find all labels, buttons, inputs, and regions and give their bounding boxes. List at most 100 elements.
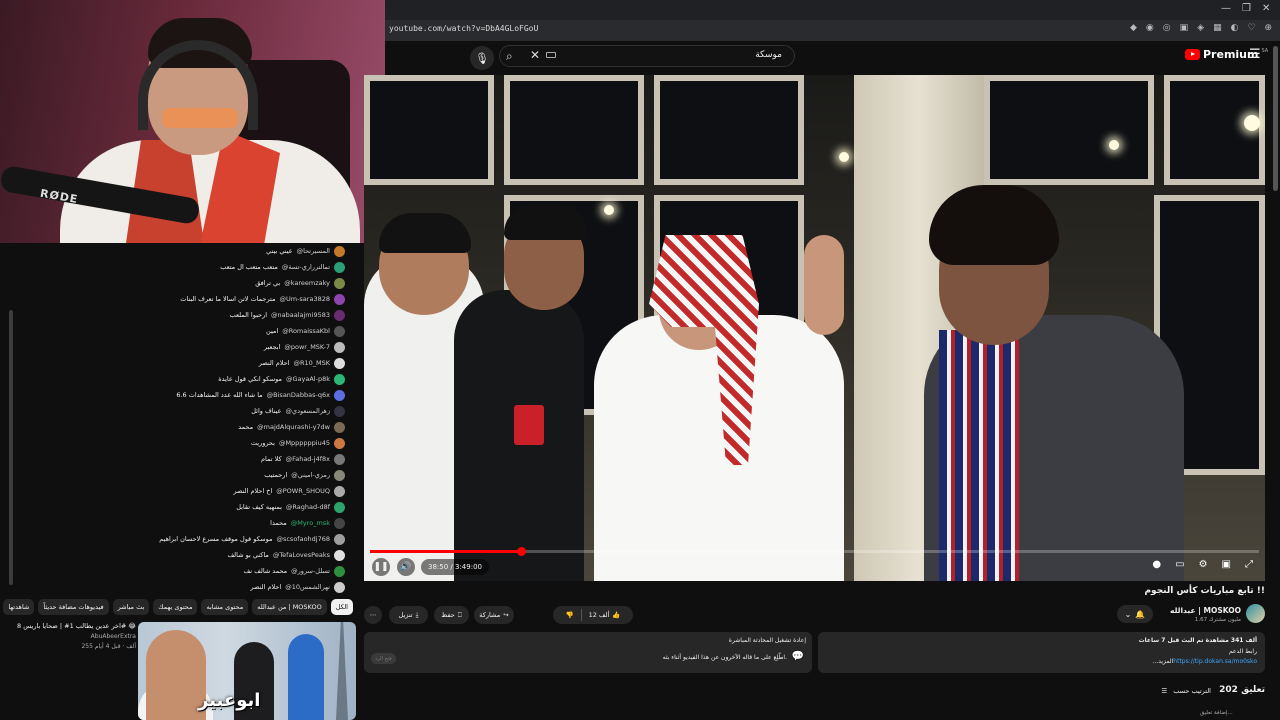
chat-username[interactable]: @majdAlqurashi-y7dw [257,423,330,431]
open-chat-replay-button[interactable]: فتح الرد [371,653,396,664]
chat-avatar[interactable] [334,325,345,337]
chat-username[interactable]: @POWR_SHOUQ [276,487,330,495]
chat-username[interactable]: @powr_MSK-7 [284,343,330,351]
volume-button[interactable]: 🔊 [397,558,415,576]
channel-avatar[interactable] [1246,604,1265,623]
chat-avatar[interactable] [334,245,345,257]
ext-icon[interactable]: ⊕ [1265,23,1273,33]
search-box[interactable]: ⌕ ✕ [499,45,795,67]
download-button[interactable]: تنزيل ⤓ [389,606,428,624]
address-bar[interactable]: youtube.com/watch?v=DbA4GLoFGoU ◆ ◉ ◎ ▣ … [385,20,1280,41]
chat-username[interactable]: @تسلل-سرور [291,567,330,575]
chat-username[interactable]: @Um-sara3828 [279,295,330,303]
chat-avatar[interactable] [334,485,345,497]
maximize-icon[interactable]: ❐ [1242,3,1251,14]
description-box[interactable]: ألف 341 مشاهدة تم البث قبل 7 ساعات رابط … [818,632,1265,673]
like-icon[interactable]: 👍 [612,611,620,619]
chat-username[interactable]: @رمزي-اميني [291,471,330,479]
recommended-thumbnail[interactable]: ابوعبير [138,622,356,720]
chat-avatar[interactable] [334,421,345,433]
chat-username[interactable]: @RomaissaKbl [282,327,330,335]
search-input[interactable] [584,49,784,61]
chat-avatar[interactable] [334,389,345,401]
share-button[interactable]: مشاركة ↪ [474,606,514,624]
chat-username[interactable]: @GayaAl-p8k [286,375,330,383]
chat-avatar[interactable] [334,453,345,465]
chat-username[interactable]: @Mppppppiu45 [279,439,330,447]
video-player[interactable]: ❚❚ 🔊 38:50 / 3:49:00 ● ▭ ⚙ ▣ ⤢ [364,75,1265,581]
chat-avatar[interactable] [334,501,345,513]
filter-chip[interactable]: الكل [330,599,353,615]
chat-username[interactable]: @TefaLovesPeaks [273,551,330,559]
chat-username[interactable]: @Myro_msk [291,519,330,527]
ext-icon[interactable]: ◆ [1130,23,1137,33]
settings-icon[interactable]: ⚙ [1199,559,1208,570]
recommended-video[interactable]: ابوعبير اخر عدين يطالب 1# | ضحايا باريس … [0,620,356,720]
chat-avatar[interactable] [334,405,345,417]
chat-avatar[interactable] [334,437,345,449]
chat-avatar[interactable] [334,565,345,577]
chat-username[interactable]: @kareemzaky [284,279,330,287]
like-count[interactable]: 12 ألف [589,611,610,619]
chat-username[interactable]: @نهرالشمس10 [285,583,330,591]
ext-icon[interactable]: ◉ [1146,23,1154,33]
add-comment-input[interactable]: إضافة تعليق... [1200,710,1233,716]
support-link[interactable]: https://tip.dokan.sa/mo0sko [1173,658,1257,665]
dislike-icon[interactable]: 👎 [565,611,573,619]
chat-username[interactable]: @R10_MSK [293,359,330,367]
url-text[interactable]: youtube.com/watch?v=DbA4GLoFGoU [389,24,538,33]
voice-search-button[interactable]: 🎙 [470,46,494,70]
recommended-channel[interactable]: AbuAbeerExtra [91,633,136,640]
ext-icon[interactable]: ♡ [1247,23,1255,33]
chat-username[interactable]: @المسيرتحا [297,247,330,255]
chat-avatar[interactable] [334,517,345,529]
clear-search-icon[interactable]: ✕ [530,48,540,62]
fullscreen-icon[interactable]: ⤢ [1245,559,1253,570]
chat-avatar[interactable] [334,309,345,321]
sort-button[interactable]: ☰ الترتيب حسب [1161,687,1211,695]
filter-chip[interactable]: محتوى يهمك [153,599,198,615]
pause-button[interactable]: ❚❚ [372,558,390,576]
chat-avatar[interactable] [334,373,345,385]
chat-username[interactable]: @تمالترراري-تسة [282,263,330,271]
filter-chip[interactable]: شاهدتها [3,599,35,615]
chat-username[interactable]: @scsofaohdj768 [276,535,330,543]
filter-chip[interactable]: فيديوهات مضافة حديثاً [38,599,109,615]
page-scrollbar[interactable] [1273,46,1278,191]
save-button[interactable]: حفظ ⎕ [434,606,469,624]
more-actions-button[interactable]: ⋯ [364,606,382,624]
show-more-link[interactable]: ...المزيد [1152,658,1173,665]
chat-username[interactable]: @زهرالمسعودي [286,407,330,415]
chat-username[interactable]: @nabaalajmi9583 [271,311,330,319]
notification-bell-button[interactable]: ⌄ 🔔 [1117,605,1153,623]
chat-avatar[interactable] [334,469,345,481]
chat-avatar[interactable] [334,549,345,561]
chat-username[interactable]: @BisanDabbas-q6x [267,391,330,399]
autoplay-icon[interactable]: ● [1152,559,1161,570]
progress-bar[interactable] [370,547,1259,556]
ext-icon[interactable]: ◐ [1231,23,1239,33]
menu-icon[interactable]: ☰ [1249,47,1261,62]
chat-avatar[interactable] [334,277,345,289]
keyboard-icon[interactable] [546,52,556,58]
search-icon[interactable]: ⌕ [506,49,513,64]
ext-icon[interactable]: ◎ [1163,23,1171,33]
chat-avatar[interactable] [334,357,345,369]
chat-scrollbar[interactable] [9,310,13,585]
chat-avatar[interactable] [334,261,345,273]
chat-username[interactable]: @Fahad-j4f8x [286,455,330,463]
ext-icon[interactable]: ▣ [1180,23,1189,33]
filter-chip[interactable]: من عبدالله | MOSKOO [252,599,327,615]
minimize-icon[interactable]: — [1221,3,1231,14]
chat-avatar[interactable] [334,293,345,305]
ext-icon[interactable]: ◈ [1197,23,1204,33]
channel-name[interactable]: عبدالله | MOSKOO [1170,606,1241,615]
chat-avatar[interactable] [334,581,345,593]
chat-username[interactable]: @Raghad-d8f [286,503,330,511]
miniplayer-icon[interactable]: ▣ [1222,559,1231,570]
chat-avatar[interactable] [334,533,345,545]
recommended-title[interactable]: اخر عدين يطالب 1# | ضحايا باريس 8# 😂 [17,622,136,630]
subtitles-icon[interactable]: ▭ [1175,559,1184,570]
ext-icon[interactable]: ▦ [1213,23,1222,33]
close-window-icon[interactable]: ✕ [1262,3,1270,14]
